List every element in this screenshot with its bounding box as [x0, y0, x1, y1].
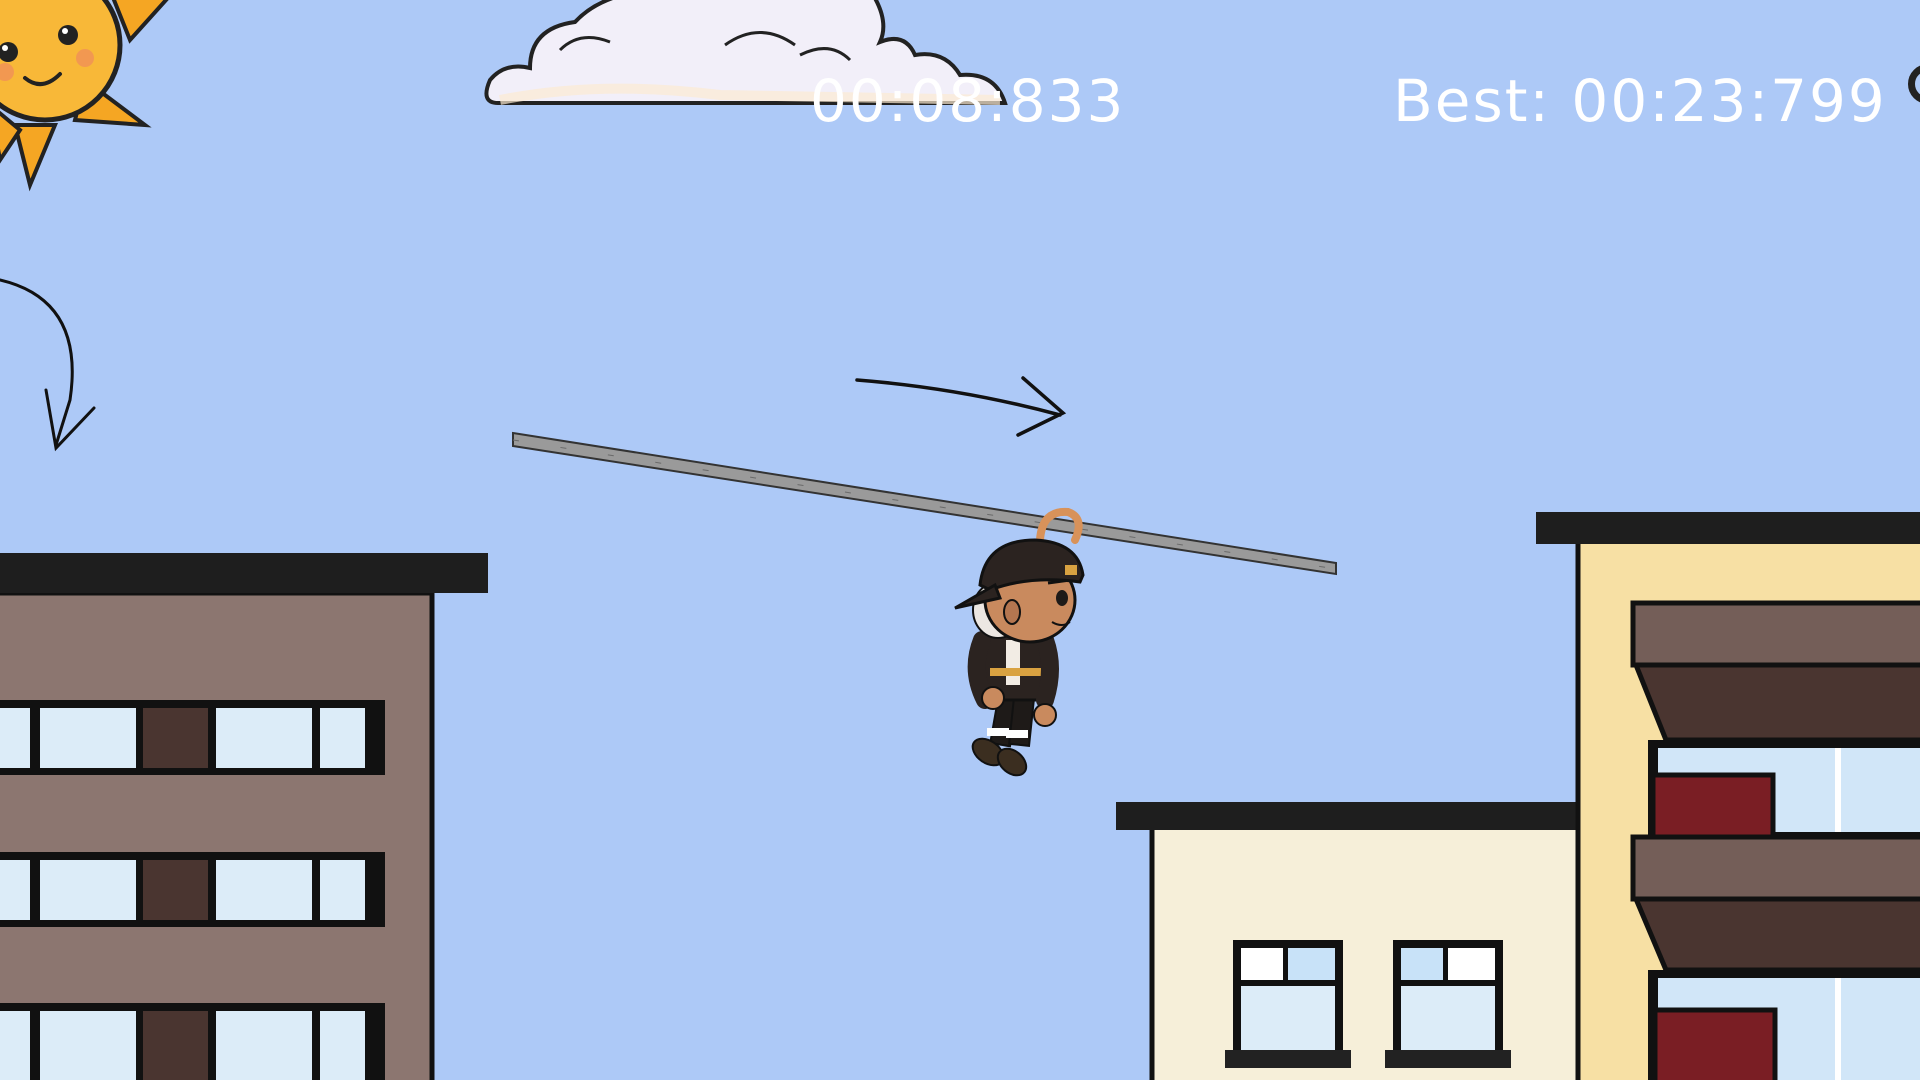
window	[1385, 940, 1511, 1068]
building-left	[0, 553, 488, 1080]
window-row	[0, 1003, 385, 1080]
window-row	[0, 852, 385, 927]
balcony	[1630, 834, 1920, 1080]
elapsed-timer: 00:08:833	[810, 67, 1126, 135]
building-middle	[1116, 802, 1586, 1080]
best-time-value: 00:23:799	[1571, 67, 1887, 135]
game-scene	[0, 0, 1920, 1080]
window-row	[0, 700, 385, 775]
building-right	[1536, 512, 1920, 1080]
best-time-label: Best:	[1393, 67, 1551, 135]
window	[1225, 940, 1351, 1068]
best-time: Best: 00:23:799	[1393, 66, 1887, 136]
balcony	[1630, 600, 1920, 841]
